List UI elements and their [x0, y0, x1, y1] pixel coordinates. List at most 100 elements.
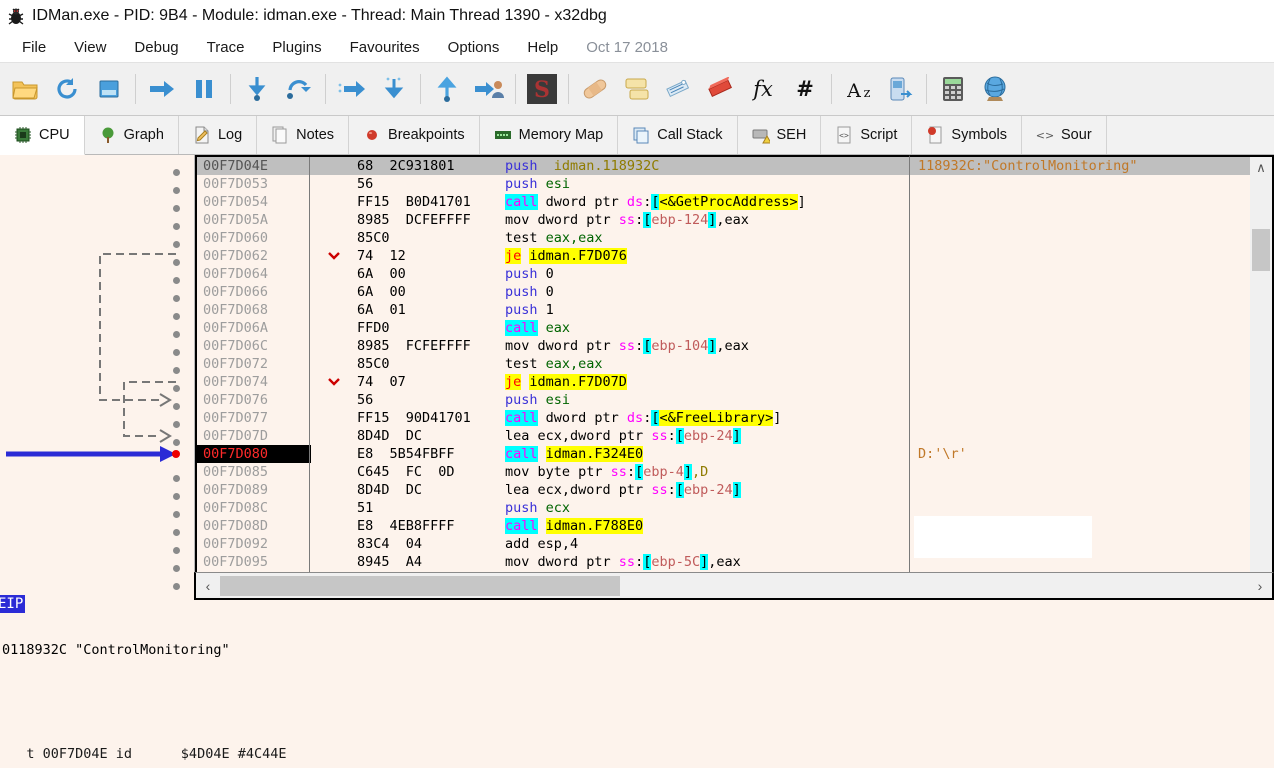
instruction-token: ] — [733, 428, 741, 444]
instruction-token: ss — [651, 428, 667, 444]
tab-call-stack[interactable]: Call Stack — [618, 116, 737, 154]
tab-notes[interactable]: Notes — [257, 116, 349, 154]
disassembly-row[interactable]: 00F7D077FF15 90D41701call dword ptr ds:[… — [197, 409, 909, 427]
disassembly-row[interactable]: 00F7D0958945 A4mov dword ptr ss:[ebp-5C]… — [197, 553, 909, 571]
instruction-token — [538, 518, 546, 534]
window-title: IDMan.exe - PID: 9B4 - Module: idman.exe… — [32, 7, 607, 25]
instruction-text: mov dword ptr ss:[ebp-124],eax — [497, 211, 909, 229]
log-window-icon[interactable] — [616, 67, 658, 111]
disassembly-row[interactable]: 00F7D09283C4 04add esp,4 — [197, 535, 909, 553]
disassembly-row[interactable]: 00F7D0686A 01push 1 — [197, 301, 909, 319]
instruction-token: call — [505, 410, 538, 426]
horizontal-scrollbar[interactable]: ‹ › — [194, 572, 1274, 600]
disassembly-row[interactable]: 00F7D07656push esi — [197, 391, 909, 409]
disassembly-row[interactable]: 00F7D054FF15 B0D41701call dword ptr ds:[… — [197, 193, 909, 211]
comment-cell — [910, 319, 1250, 337]
disassembly-row[interactable]: 00F7D06AFFD0call eax — [197, 319, 909, 337]
tab-breakpoints[interactable]: Breakpoints — [349, 116, 480, 154]
disassembly-row[interactable]: 00F7D04E68 2C931801push idman.118932C — [197, 157, 909, 175]
run-to-user-code-icon[interactable] — [468, 67, 510, 111]
pause-icon[interactable] — [183, 67, 225, 111]
tab-seh[interactable]: SEH — [738, 116, 822, 154]
disassembly-row[interactable]: 00F7D07474 07je idman.F7D07D — [197, 373, 909, 391]
comment-cell: D:'\r' — [910, 445, 1250, 463]
disassembly-row[interactable]: 00F7D06274 12je idman.F7D076 — [197, 247, 909, 265]
notes-icon[interactable] — [658, 67, 700, 111]
menu-item-view[interactable]: View — [60, 37, 120, 58]
open-icon[interactable] — [4, 67, 46, 111]
tab-log[interactable]: Log — [179, 116, 257, 154]
jump-direction-icon — [311, 211, 357, 229]
references-icon[interactable]: Az — [837, 67, 879, 111]
globe-icon[interactable] — [974, 67, 1016, 111]
horizontal-scrollbar-thumb[interactable] — [220, 576, 620, 596]
disassembly-row[interactable]: 00F7D07285C0test eax,eax — [197, 355, 909, 373]
scylla-icon[interactable]: S — [521, 67, 563, 111]
instruction-token: ] — [773, 410, 781, 426]
scroll-up-button[interactable]: ∧ — [1250, 157, 1272, 179]
trace-into-icon[interactable] — [331, 67, 373, 111]
trace-over-icon[interactable] — [373, 67, 415, 111]
tab-source[interactable]: <> Sour — [1022, 116, 1107, 154]
disassembly-row[interactable]: 00F7D08DE8 4EB8FFFFcall idman.F788E0 — [197, 517, 909, 535]
functions-icon[interactable]: fx — [742, 67, 784, 111]
disassembly-row[interactable]: 00F7D07D8D4D DClea ecx,dword ptr ss:[ebp… — [197, 427, 909, 445]
vertical-scrollbar-thumb[interactable] — [1252, 229, 1270, 271]
tab-bar: CPU Graph Log Notes Breakpoints Memory M… — [0, 116, 1274, 155]
instruction-token: ss — [619, 212, 635, 228]
step-over-icon[interactable] — [278, 67, 320, 111]
instruction-token: ebp-24 — [684, 482, 733, 498]
calculator-icon[interactable] — [932, 67, 974, 111]
restart-icon[interactable] — [46, 67, 88, 111]
instruction-token: dword ptr — [529, 338, 618, 354]
close-icon[interactable] — [88, 67, 130, 111]
scroll-right-button[interactable]: › — [1248, 578, 1272, 594]
instruction-bytes: 74 12 — [357, 247, 497, 265]
disassembly-row[interactable]: 00F7D06C8985 FCFEFFFFmov dword ptr ss:[e… — [197, 337, 909, 355]
menu-item-plugins[interactable]: Plugins — [258, 37, 335, 58]
menu-item-trace[interactable]: Trace — [193, 37, 259, 58]
hash-icon[interactable]: # — [784, 67, 826, 111]
tab-label: Call Stack — [657, 127, 722, 143]
comments-column[interactable]: 118932C:"ControlMonitoring"D:'\r' — [909, 155, 1250, 600]
menu-item-help[interactable]: Help — [513, 37, 572, 58]
disassembly-view[interactable]: 00F7D04E68 2C931801push idman.118932C00F… — [195, 155, 909, 600]
disassembly-row[interactable]: 00F7D08C51push ecx — [197, 499, 909, 517]
tab-cpu[interactable]: CPU — [0, 116, 85, 155]
instruction-text: call dword ptr ds:[<&FreeLibrary>] — [497, 409, 909, 427]
svg-text:S: S — [534, 77, 550, 103]
instruction-text: push esi — [497, 391, 909, 409]
menu-item-options[interactable]: Options — [434, 37, 514, 58]
tab-script[interactable]: <> Script — [821, 116, 912, 154]
scroll-left-button[interactable]: ‹ — [196, 578, 220, 594]
tab-memory-map[interactable]: Memory Map — [480, 116, 619, 154]
menu-item-debug[interactable]: Debug — [120, 37, 192, 58]
disassembly-row[interactable]: 00F7D05356push esi — [197, 175, 909, 193]
instruction-token: call — [505, 446, 538, 462]
disassembly-row[interactable]: 00F7D0646A 00push 0 — [197, 265, 909, 283]
instruction-text: push ecx — [497, 499, 909, 517]
instruction-token: idman.F7D076 — [529, 248, 627, 264]
disassembly-row[interactable]: 00F7D06085C0test eax,eax — [197, 229, 909, 247]
instruction-address: 00F7D076 — [197, 391, 311, 409]
menu-item-favourites[interactable]: Favourites — [336, 37, 434, 58]
disassembly-row[interactable]: 00F7D0898D4D DClea ecx,dword ptr ss:[ebp… — [197, 481, 909, 499]
handles-icon[interactable] — [879, 67, 921, 111]
tab-graph[interactable]: Graph — [85, 116, 179, 154]
jump-direction-icon — [311, 355, 357, 373]
patch-icon[interactable] — [574, 67, 616, 111]
disassembly-row[interactable]: 00F7D085C645 FC 0Dmov byte ptr ss:[ebp-4… — [197, 463, 909, 481]
step-into-icon[interactable] — [236, 67, 278, 111]
breakpoints-icon[interactable] — [700, 67, 742, 111]
log-line — [2, 692, 1274, 712]
vertical-scrollbar[interactable]: ∧ ∨ — [1250, 155, 1274, 600]
disassembly-row[interactable]: 00F7D05A8985 DCFEFFFFmov dword ptr ss:[e… — [197, 211, 909, 229]
execute-till-return-icon[interactable] — [426, 67, 468, 111]
disassembly-row[interactable]: 00F7D0666A 00push 0 — [197, 283, 909, 301]
menu-item-file[interactable]: File — [8, 37, 60, 58]
instruction-text: call idman.F324E0 — [497, 445, 909, 463]
tab-symbols[interactable]: Symbols — [912, 116, 1022, 154]
jump-arrows — [0, 155, 194, 600]
disassembly-row[interactable]: 00F7D080E8 5B54FBFFcall idman.F324E0 — [197, 445, 909, 463]
run-icon[interactable] — [141, 67, 183, 111]
